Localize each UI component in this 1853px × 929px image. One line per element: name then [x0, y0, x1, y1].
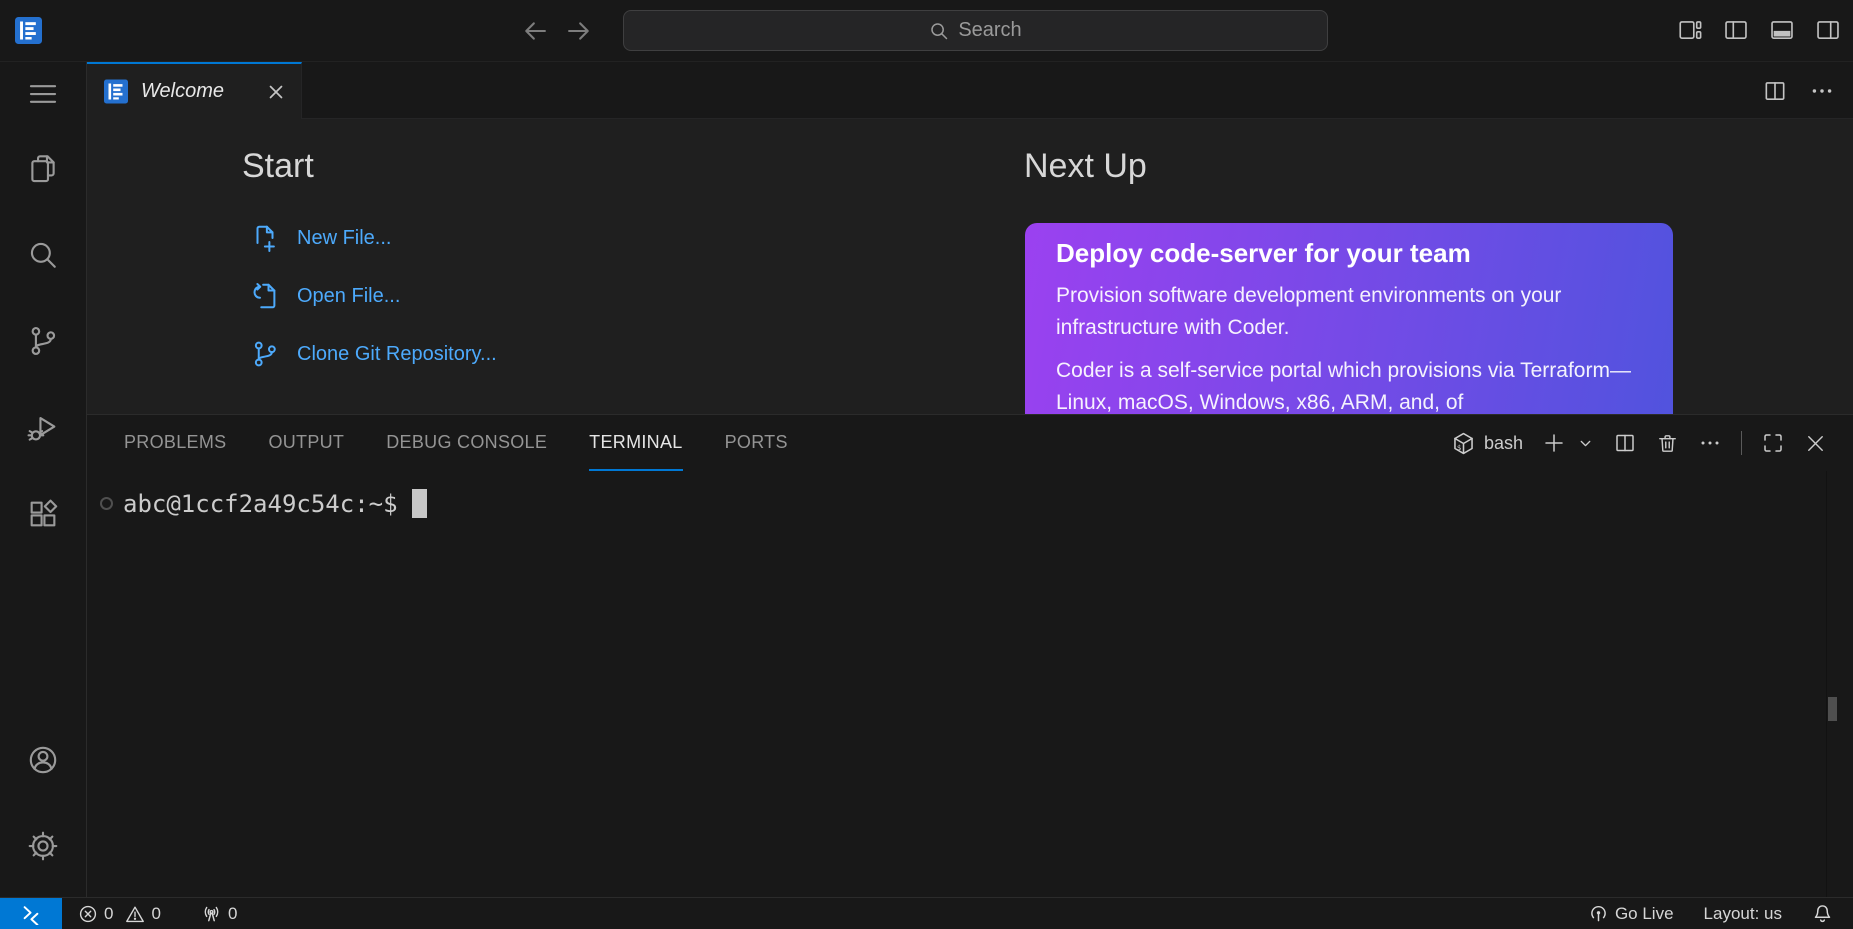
toolbar-separator [1741, 431, 1742, 455]
tab-welcome[interactable]: Welcome [87, 62, 302, 119]
terminal-toolbar: $ bash [1451, 415, 1853, 471]
extensions-icon[interactable] [19, 490, 67, 538]
bash-icon: $ [1454, 432, 1473, 454]
menu-icon[interactable] [19, 70, 67, 118]
bell-icon [1814, 905, 1831, 923]
radio-tower-icon [204, 906, 219, 922]
ports-count: 0 [227, 903, 238, 923]
deploy-code-server-card[interactable]: Deploy code-server for your team Provisi… [1025, 223, 1673, 414]
toggle-primary-sidebar-icon[interactable] [1723, 17, 1749, 43]
terminal-cursor [411, 489, 427, 518]
maximize-panel-icon[interactable] [1761, 431, 1785, 455]
notifications-button[interactable] [1804, 898, 1841, 929]
launch-profile-chevron-icon[interactable] [1577, 435, 1594, 452]
terminal-content[interactable]: abc@1ccf2a49c54c:~$ [87, 471, 1853, 898]
tab-close-icon[interactable] [265, 81, 287, 103]
ports-status[interactable]: 0 [193, 898, 245, 929]
svg-text:$: $ [1457, 443, 1461, 452]
more-actions-icon[interactable] [1809, 78, 1835, 104]
warning-icon [126, 906, 145, 922]
terminal-scrollbar[interactable] [1828, 697, 1837, 721]
go-live-label: Go Live [1614, 903, 1674, 923]
navigate-back-icon[interactable] [521, 17, 549, 45]
search-placeholder: Search [958, 19, 1022, 41]
navigate-forward-icon[interactable] [565, 17, 593, 45]
status-left: 0 0 0 [70, 898, 245, 929]
next-up-heading: Next Up [1024, 147, 1147, 185]
remote-indicator[interactable] [0, 898, 62, 929]
card-paragraph-1: Provision software development environme… [1056, 284, 1562, 339]
tab-problems[interactable]: PROBLEMS [124, 415, 226, 471]
new-file-link[interactable]: New File... [250, 209, 497, 267]
toggle-secondary-sidebar-icon[interactable] [1815, 17, 1841, 43]
broadcast-icon [1591, 906, 1606, 922]
clone-git-repository-label: Clone Git Repository... [297, 342, 497, 365]
activity-bar [0, 62, 87, 897]
git-branch-icon [254, 341, 276, 367]
tab-label: Welcome [141, 80, 224, 102]
split-editor-icon[interactable] [1762, 78, 1788, 104]
tab-debug-console[interactable]: DEBUG CONSOLE [386, 415, 547, 471]
tab-output[interactable]: OUTPUT [268, 415, 344, 471]
split-terminal-icon[interactable] [1613, 431, 1637, 455]
go-live-button[interactable]: Go Live [1580, 898, 1682, 929]
terminal-gutter-line [1826, 471, 1827, 898]
close-panel-icon[interactable] [1804, 432, 1827, 455]
new-file-icon [256, 225, 275, 252]
editor-actions [1762, 62, 1835, 119]
warning-count: 0 [151, 903, 161, 923]
card-title: Deploy code-server for your team [1056, 238, 1471, 268]
new-terminal-icon[interactable] [1542, 431, 1566, 455]
panel-header: PROBLEMS OUTPUT DEBUG CONSOLE TERMINAL P… [87, 415, 1853, 471]
status-right: Go Live Layout: us [1580, 898, 1853, 929]
new-file-label: New File... [297, 226, 392, 249]
card-paragraph-2: Coder is a self-service portal which pro… [1056, 359, 1631, 414]
problems-status[interactable]: 0 0 [70, 898, 169, 929]
source-control-icon[interactable] [19, 317, 67, 365]
terminal-prompt-row: abc@1ccf2a49c54c:~$ [100, 489, 427, 518]
terminal-prompt: abc@1ccf2a49c54c:~$ [123, 489, 398, 518]
welcome-page: Start New File... Open File... Clone Git… [87, 119, 1853, 414]
shell-label: bash [1483, 432, 1523, 453]
title-bar: Search [0, 0, 1853, 62]
error-icon [79, 905, 97, 922]
layout-controls [1677, 17, 1841, 43]
panel-tabs: PROBLEMS OUTPUT DEBUG CONSOLE TERMINAL P… [87, 415, 788, 471]
error-count: 0 [104, 903, 114, 923]
terminal-shell-selector[interactable]: $ bash [1451, 431, 1523, 456]
editor-tab-bar: Welcome [87, 62, 1853, 119]
open-file-label: Open File... [297, 284, 401, 307]
open-file-icon [253, 283, 276, 309]
tab-ports[interactable]: PORTS [725, 415, 788, 471]
search-icon[interactable] [19, 231, 67, 279]
panel-more-actions-icon[interactable] [1698, 431, 1722, 455]
explorer-icon[interactable] [19, 145, 67, 193]
settings-gear-icon[interactable] [19, 822, 67, 870]
remote-icon [23, 905, 39, 925]
welcome-tab-icon [104, 79, 128, 104]
customize-layout-icon[interactable] [1677, 17, 1703, 43]
start-links: New File... Open File... Clone Git Repos… [250, 209, 497, 383]
kill-terminal-trash-icon[interactable] [1656, 432, 1679, 455]
search-icon [931, 22, 948, 39]
start-heading: Start [242, 147, 314, 185]
toggle-panel-icon[interactable] [1769, 17, 1795, 43]
command-center-search[interactable]: Search [623, 10, 1328, 51]
command-decoration-icon[interactable] [100, 497, 113, 510]
status-bar: 0 0 0 Go Live Layout: us [0, 897, 1853, 929]
layout-label: Layout: us [1703, 903, 1782, 923]
accounts-icon[interactable] [19, 736, 67, 784]
run-and-debug-icon[interactable] [19, 404, 67, 452]
tab-terminal[interactable]: TERMINAL [589, 415, 683, 471]
code-server-logo-icon[interactable] [15, 17, 42, 45]
open-file-link[interactable]: Open File... [250, 267, 497, 325]
clone-git-repository-link[interactable]: Clone Git Repository... [250, 325, 497, 383]
bottom-panel: PROBLEMS OUTPUT DEBUG CONSOLE TERMINAL P… [87, 414, 1853, 898]
keyboard-layout-status[interactable]: Layout: us [1696, 898, 1790, 929]
